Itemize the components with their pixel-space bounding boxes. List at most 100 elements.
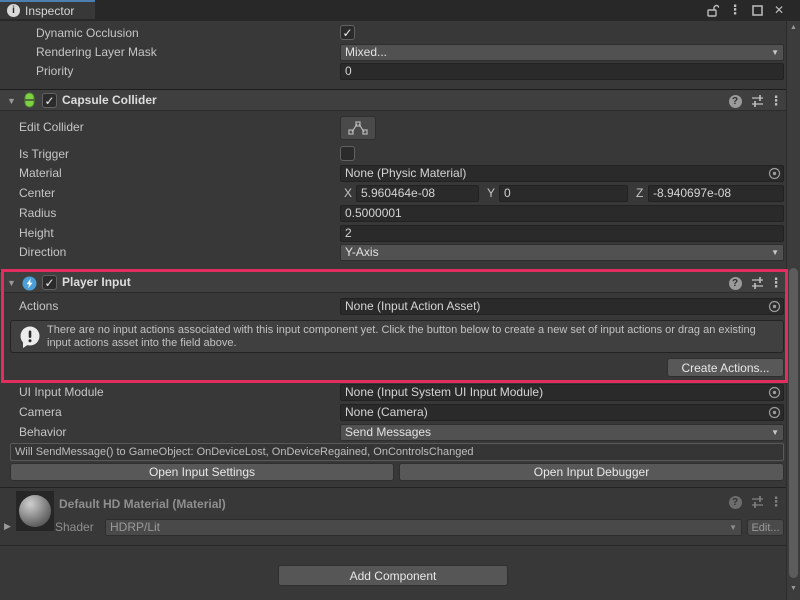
priority-label: Priority: [36, 63, 73, 80]
foldout-open-icon[interactable]: ▼: [7, 96, 16, 106]
window-menu-kebab-icon[interactable]: ⋮: [728, 3, 742, 17]
tab-inspector[interactable]: i Inspector: [0, 0, 95, 19]
center-label: Center: [19, 185, 55, 202]
camera-object-field[interactable]: None (Camera): [340, 404, 784, 421]
object-picker-icon[interactable]: [768, 300, 781, 313]
axis-z-label: Z: [636, 185, 643, 202]
is-trigger-label: Is Trigger: [19, 146, 69, 163]
ui-input-module-value: None (Input System UI Input Module): [345, 385, 543, 399]
component-menu-kebab-icon[interactable]: ⋮: [768, 93, 784, 109]
player-input-enabled-checkbox[interactable]: ✓: [42, 275, 57, 290]
rendering-layer-mask-value: Mixed...: [345, 45, 387, 60]
edit-collider-label: Edit Collider: [19, 119, 84, 136]
radius-label: Radius: [19, 205, 56, 222]
shader-value: HDRP/Lit: [110, 520, 160, 535]
scroll-down-icon[interactable]: ▼: [790, 585, 797, 592]
camera-value: None (Camera): [345, 405, 428, 419]
edit-collider-icon: [348, 121, 368, 136]
scrollbar-thumb[interactable]: [789, 268, 798, 578]
help-icon[interactable]: ?: [727, 275, 743, 291]
direction-dropdown[interactable]: Y-Axis ▼: [340, 244, 784, 261]
send-message-status-box: Will SendMessage() to GameObject: OnDevi…: [10, 443, 784, 461]
center-y-field[interactable]: 0: [499, 185, 628, 202]
behavior-label: Behavior: [19, 424, 66, 441]
material-preview-thumbnail[interactable]: [16, 491, 54, 531]
help-icon[interactable]: ?: [727, 93, 743, 109]
player-input-icon: [21, 275, 37, 291]
tab-bar: i Inspector ⋮ ✕: [0, 0, 800, 21]
material-label: Material: [19, 165, 62, 182]
edit-collider-button[interactable]: [340, 116, 376, 140]
window-controls: ⋮ ✕: [706, 3, 786, 17]
direction-value: Y-Axis: [345, 245, 379, 260]
help-icon[interactable]: ?: [727, 494, 743, 510]
vertical-scrollbar[interactable]: ▲ ▼: [786, 21, 800, 600]
shader-dropdown[interactable]: HDRP/Lit ▼: [105, 519, 742, 536]
player-input-title: Player Input: [62, 272, 131, 292]
section-divider: [0, 487, 786, 488]
behavior-dropdown[interactable]: Send Messages ▼: [340, 424, 784, 441]
material-value: None (Physic Material): [345, 166, 466, 180]
axis-y-label: Y: [487, 185, 495, 202]
close-icon[interactable]: ✕: [772, 3, 786, 17]
maximize-icon[interactable]: [750, 3, 764, 17]
shader-edit-button[interactable]: Edit...: [747, 519, 784, 536]
foldout-closed-icon[interactable]: ▶: [4, 521, 11, 532]
actions-label: Actions: [19, 298, 58, 315]
tab-title: Inspector: [25, 4, 74, 18]
scroll-up-icon[interactable]: ▲: [790, 24, 797, 31]
chevron-down-icon: ▼: [771, 45, 779, 60]
presets-icon[interactable]: [749, 494, 765, 510]
height-label: Height: [19, 225, 54, 242]
footer-divider: [0, 545, 786, 546]
ui-input-module-label: UI Input Module: [19, 384, 104, 401]
inspector-window: i Inspector ⋮ ✕ Dynamic Occlusion ✓ Rend…: [0, 0, 800, 600]
presets-icon[interactable]: [749, 93, 765, 109]
dynamic-occlusion-checkbox[interactable]: ✓: [340, 25, 355, 40]
open-input-debugger-button[interactable]: Open Input Debugger: [399, 463, 784, 481]
open-input-settings-button[interactable]: Open Input Settings: [10, 463, 394, 481]
radius-field[interactable]: 0.5000001: [340, 205, 784, 222]
dynamic-occlusion-label: Dynamic Occlusion: [36, 25, 139, 42]
height-field[interactable]: 2: [340, 225, 784, 242]
unlock-icon[interactable]: [706, 3, 720, 17]
shader-label: Shader: [55, 519, 94, 536]
warning-text: There are no input actions associated wi…: [47, 324, 773, 350]
foldout-open-icon[interactable]: ▼: [7, 278, 16, 288]
is-trigger-checkbox[interactable]: [340, 146, 355, 161]
info-icon: i: [7, 4, 20, 17]
player-input-header[interactable]: ▼ ✓ Player Input ? ⋮: [0, 271, 786, 293]
object-picker-icon[interactable]: [768, 386, 781, 399]
component-menu-kebab-icon[interactable]: ⋮: [768, 494, 784, 510]
component-menu-kebab-icon[interactable]: ⋮: [768, 275, 784, 291]
capsule-collider-header[interactable]: ▼ ✓ Capsule Collider ? ⋮: [0, 89, 786, 111]
direction-label: Direction: [19, 244, 66, 261]
material-sphere-preview: [19, 495, 51, 527]
rendering-layer-mask-dropdown[interactable]: Mixed... ▼: [340, 44, 784, 61]
material-section-title: Default HD Material (Material): [59, 496, 226, 513]
chevron-down-icon: ▼: [771, 245, 779, 260]
object-picker-icon[interactable]: [768, 406, 781, 419]
presets-icon[interactable]: [749, 275, 765, 291]
capsule-collider-title: Capsule Collider: [62, 90, 157, 110]
ui-input-module-object-field[interactable]: None (Input System UI Input Module): [340, 384, 784, 401]
actions-object-field[interactable]: None (Input Action Asset): [340, 298, 784, 315]
chevron-down-icon: ▼: [771, 425, 779, 440]
behavior-value: Send Messages: [345, 425, 431, 440]
rendering-layer-mask-label: Rendering Layer Mask: [36, 44, 157, 61]
center-x-field[interactable]: 5.960464e-08: [356, 185, 479, 202]
chevron-down-icon: ▼: [729, 520, 737, 535]
create-actions-button[interactable]: Create Actions...: [667, 358, 784, 377]
camera-label: Camera: [19, 404, 62, 421]
material-object-field[interactable]: None (Physic Material): [340, 165, 784, 182]
add-component-button[interactable]: Add Component: [278, 565, 508, 586]
center-z-field[interactable]: -8.940697e-08: [648, 185, 784, 202]
object-picker-icon[interactable]: [768, 167, 781, 180]
capsule-collider-icon: [21, 92, 37, 108]
warning-icon: [19, 326, 41, 349]
capsule-collider-enabled-checkbox[interactable]: ✓: [42, 93, 57, 108]
axis-x-label: X: [344, 185, 352, 202]
priority-field[interactable]: 0: [340, 63, 784, 80]
actions-value: None (Input Action Asset): [345, 299, 480, 313]
no-actions-warning-box: There are no input actions associated wi…: [10, 320, 784, 353]
